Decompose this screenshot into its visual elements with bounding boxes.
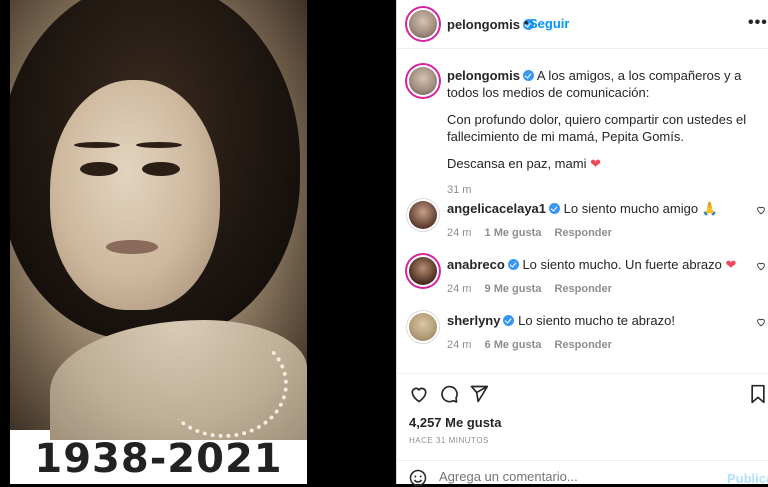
share-icon[interactable] [469,384,489,404]
commenter-avatar[interactable] [409,201,437,229]
author-username[interactable]: pelongomis [447,17,520,32]
bookmark-icon[interactable] [749,384,767,404]
comment-username[interactable]: angelicacelaya1 [447,201,546,216]
verified-icon [522,70,534,81]
heart-emoji: ❤ [725,257,737,272]
like-heart-icon[interactable] [409,384,429,404]
follow-button[interactable]: Seguir [529,16,569,31]
add-comment-bar: Publicar [397,460,768,487]
heart-outline-icon[interactable] [756,317,766,327]
pray-emoji: 🙏 [701,201,718,216]
heart-emoji: ❤ [590,156,601,171]
comment-input[interactable] [437,468,721,485]
separator: • [524,15,529,30]
comment-item: sherlyny Lo siento mucho te abrazo! 24 m… [407,311,767,361]
verified-icon [507,259,519,270]
comment-username[interactable]: anabreco [447,257,505,272]
right-backdrop [307,0,397,484]
post-timestamp: HACE 31 MINUTOS [409,436,489,445]
post-image[interactable]: 1938-2021 [10,0,307,484]
verified-icon [549,203,561,214]
years-label: 1938-2021 [34,436,283,482]
reply-button[interactable]: Responder [554,227,611,239]
comment-text: Lo siento mucho amigo [563,201,699,216]
post-panel: pelongomis • Seguir ••• pelongomis A los… [396,0,768,487]
comment-time: 24 m [447,339,472,351]
likes-count[interactable]: 4,257 Me gusta [409,415,502,430]
portrait-photo [10,0,307,440]
comment-likes[interactable]: 6 Me gusta [485,339,542,351]
comment-icon[interactable] [439,384,459,404]
comment-time: 24 m [447,283,472,295]
action-bar [397,373,768,414]
left-backdrop [0,0,10,484]
comments-scroll[interactable]: pelongomis A los amigos, a los compañero… [397,49,768,369]
more-options-icon[interactable]: ••• [748,14,768,32]
heart-outline-icon[interactable] [756,205,766,215]
comment-username[interactable]: sherlyny [447,313,500,328]
caption-line3: Descansa en paz, mami [447,156,587,171]
comment-text: Lo siento mucho te abrazo! [518,313,675,328]
caption-avatar[interactable] [409,67,437,95]
commenter-avatar[interactable] [409,257,437,285]
caption-line2: Con profundo dolor, quiero compartir con… [447,112,747,144]
verified-icon [503,315,515,326]
caption-username[interactable]: pelongomis [447,68,520,83]
comment-likes[interactable]: 1 Me gusta [485,227,542,239]
post-header: pelongomis • Seguir ••• [397,0,768,49]
comment-item: angelicacelaya1 Lo siento mucho amigo 🙏 … [407,199,767,249]
caption-time: 31 m [447,184,472,196]
comment-text: Lo siento mucho. Un fuerte abrazo [522,257,722,272]
author-avatar[interactable] [409,10,437,38]
emoji-smile-icon[interactable] [409,469,427,487]
heart-outline-icon[interactable] [756,261,766,271]
comment-likes[interactable]: 9 Me gusta [485,283,542,295]
reply-button[interactable]: Responder [554,283,611,295]
commenter-avatar[interactable] [409,313,437,341]
comment-time: 24 m [447,227,472,239]
reply-button[interactable]: Responder [554,339,611,351]
comment-item: anabreco Lo siento mucho. Un fuerte abra… [407,255,767,305]
